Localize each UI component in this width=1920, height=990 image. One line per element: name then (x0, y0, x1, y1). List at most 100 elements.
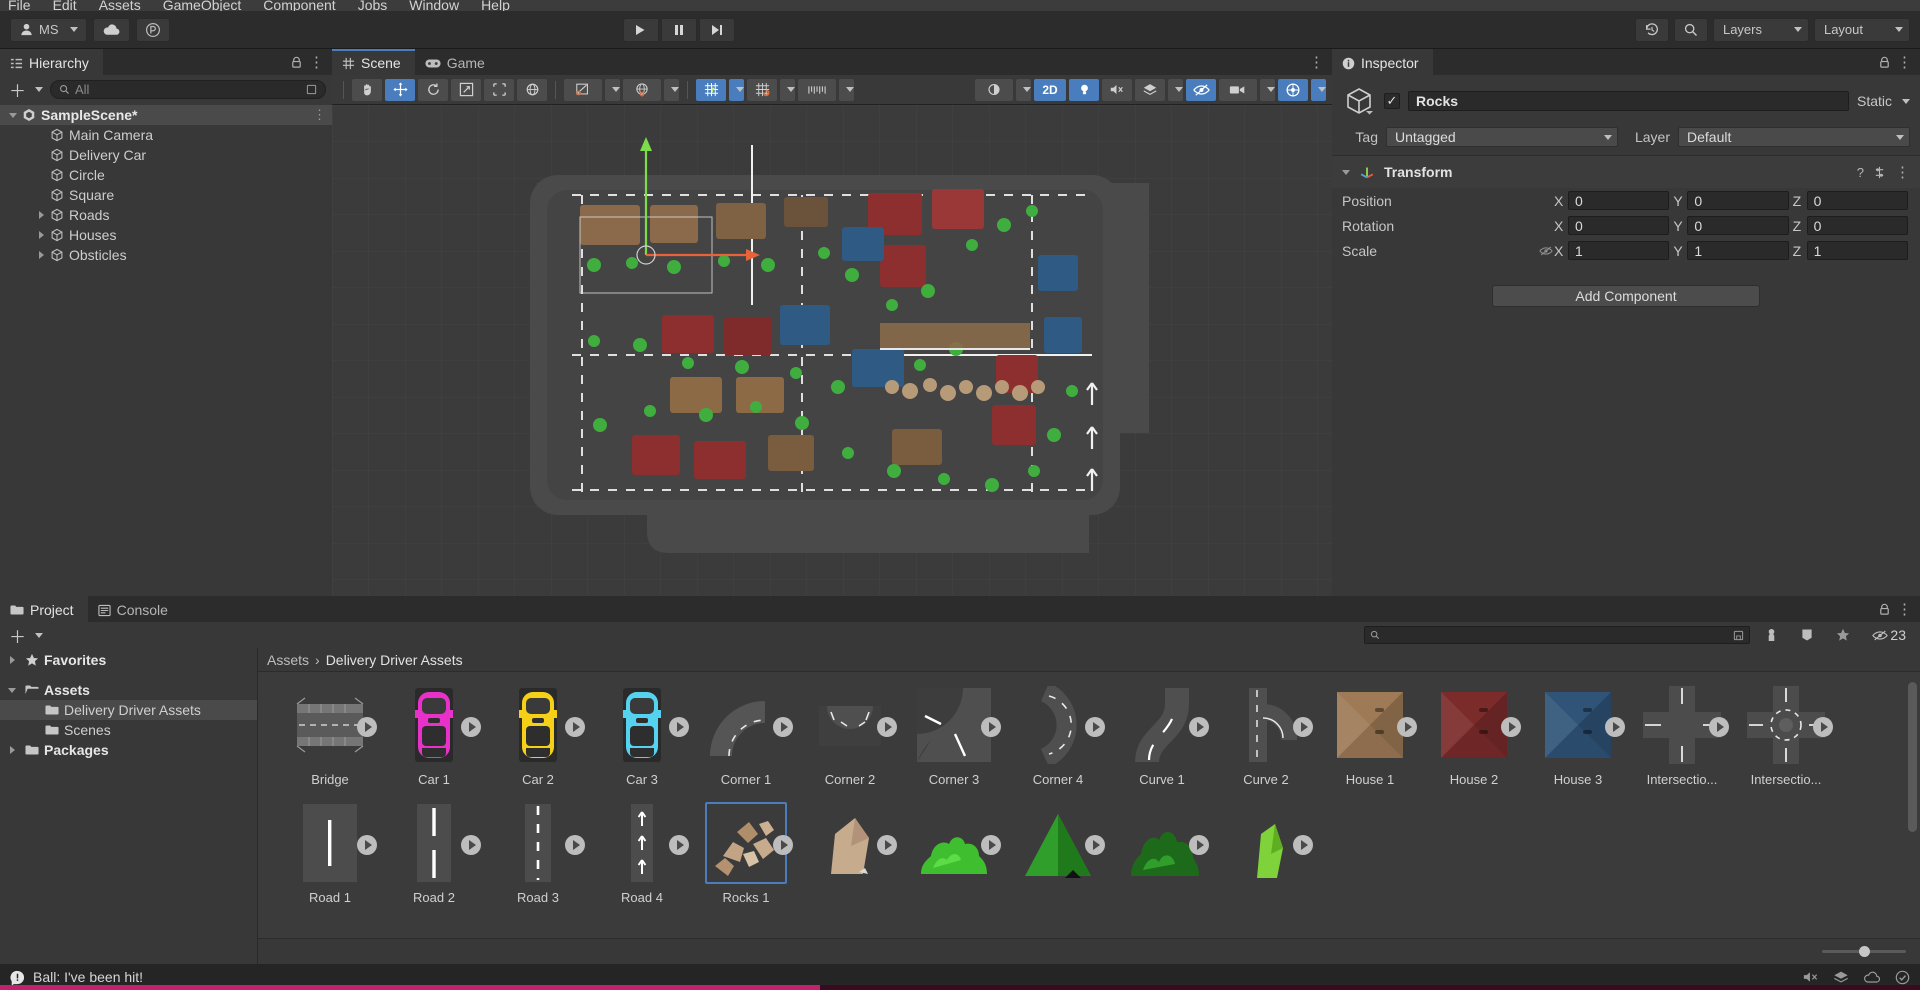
asset-item[interactable] (902, 804, 1006, 922)
hierarchy-list[interactable]: SampleScene* ⋮ Main Camera Delivery Car Circ… (0, 103, 332, 596)
asset-grid-scrollbar[interactable] (1908, 682, 1917, 832)
asset-preview-play-button[interactable] (877, 717, 897, 737)
grid-snap-button[interactable] (747, 78, 777, 101)
gizmos-dropdown[interactable] (1311, 78, 1326, 101)
asset-item[interactable]: Road 4 (590, 804, 694, 922)
asset-preview-play-button[interactable] (1293, 717, 1313, 737)
asset-item[interactable]: Corner 4 (1006, 686, 1110, 804)
step-button[interactable] (698, 17, 735, 42)
asset-preview-play-button[interactable] (1397, 717, 1417, 737)
add-gameobject-button[interactable]: ＋ (6, 77, 46, 102)
shading-dropdown[interactable] (1016, 78, 1031, 101)
handle-space-dropdown[interactable] (664, 78, 679, 101)
asset-preview-play-button[interactable] (1085, 835, 1105, 855)
play-button[interactable] (622, 17, 659, 42)
hierarchy-item-roads[interactable]: Roads (0, 205, 332, 225)
cloud-status-icon[interactable] (1863, 971, 1881, 984)
transform-position-x-input[interactable]: 0 (1568, 191, 1670, 210)
asset-preview-play-button[interactable] (981, 835, 1001, 855)
account-button[interactable]: MS (10, 17, 87, 42)
scene-camera-dropdown[interactable] (1260, 78, 1275, 101)
kebab-menu-icon[interactable]: ⋮ (1897, 55, 1912, 70)
filter-by-label-button[interactable] (1792, 623, 1822, 647)
transform-rotation-x-input[interactable]: 0 (1568, 216, 1670, 235)
asset-item[interactable]: Corner 3 (902, 686, 1006, 804)
asset-item[interactable]: Car 3 (590, 686, 694, 804)
asset-preview-play-button[interactable] (1605, 717, 1625, 737)
breadcrumb-current[interactable]: Delivery Driver Assets (326, 652, 463, 668)
static-dropdown[interactable]: Static (1857, 93, 1910, 109)
hidden-assets-indicator[interactable]: 23 (1864, 623, 1914, 647)
asset-preview-play-button[interactable] (1813, 717, 1833, 737)
breadcrumb-assets[interactable]: Assets (267, 652, 309, 668)
hierarchy-search[interactable] (50, 79, 326, 99)
menu-file[interactable]: File (8, 0, 31, 11)
expand-arrow-icon[interactable] (34, 231, 48, 239)
handle-space-button[interactable] (623, 78, 661, 101)
asset-grid[interactable]: Bridge Car 1 Car 2 Car 3 Corner 1 Corner 2 Cor… (258, 672, 1920, 922)
grid-snap-dropdown[interactable] (780, 78, 795, 101)
hierarchy-item-samplescene[interactable]: SampleScene* ⋮ (0, 105, 332, 125)
scene-visibility-button[interactable] (1186, 78, 1216, 101)
hand-tool-button[interactable] (352, 78, 382, 101)
asset-item[interactable]: Road 3 (486, 804, 590, 922)
kebab-menu-icon[interactable]: ⋮ (309, 55, 324, 70)
scene-camera-button[interactable] (1219, 78, 1257, 101)
tab-inspector[interactable]: Inspector (1332, 49, 1433, 75)
tab-hierarchy[interactable]: Hierarchy (0, 49, 103, 75)
add-component-button[interactable]: Add Component (1492, 285, 1760, 307)
project-tree-item-scenes[interactable]: Scenes (0, 720, 257, 740)
asset-preview-play-button[interactable] (773, 835, 793, 855)
project-tree-item-favorites[interactable]: Favorites (0, 650, 257, 670)
asset-preview-play-button[interactable] (877, 835, 897, 855)
asset-item[interactable]: Intersectio... (1734, 686, 1838, 804)
lock-icon[interactable] (1878, 56, 1891, 69)
tab-project[interactable]: Project (0, 596, 88, 622)
hierarchy-item-houses[interactable]: Houses (0, 225, 332, 245)
project-tree-item-packages[interactable]: Packages (0, 740, 257, 760)
expand-arrow-icon[interactable] (6, 112, 20, 118)
mute-audio-icon[interactable] (1802, 970, 1819, 984)
tag-dropdown[interactable]: Untagged (1386, 127, 1618, 147)
transform-scale-x-input[interactable]: 1 (1568, 241, 1670, 260)
asset-item[interactable]: Curve 2 (1214, 686, 1318, 804)
expand-arrow-icon[interactable] (34, 251, 48, 259)
help-icon[interactable]: ? (1857, 165, 1864, 180)
menu-jobs[interactable]: Jobs (358, 0, 388, 11)
hierarchy-item-maincamera[interactable]: Main Camera (0, 125, 332, 145)
grid-dropdown[interactable] (729, 78, 744, 101)
preset-icon[interactable] (1873, 166, 1886, 179)
shading-mode-button[interactable] (975, 78, 1013, 101)
collapse-arrow-icon[interactable] (1342, 169, 1350, 175)
move-tool-button[interactable] (385, 78, 415, 101)
asset-preview-play-button[interactable] (565, 835, 585, 855)
kebab-menu-icon[interactable]: ⋮ (1897, 602, 1912, 617)
asset-preview-play-button[interactable] (357, 835, 377, 855)
check-status-icon[interactable] (1895, 970, 1910, 985)
asset-item[interactable]: Car 2 (486, 686, 590, 804)
menu-help[interactable]: Help (481, 0, 510, 11)
project-folder-tree[interactable]: Favorites Assets Delivery Driver Assets Sce… (0, 648, 258, 964)
asset-preview-play-button[interactable] (565, 717, 585, 737)
scale-tool-button[interactable] (451, 78, 481, 101)
filter-icon[interactable] (306, 84, 317, 95)
slider-knob[interactable] (1859, 946, 1871, 957)
asset-item[interactable] (1006, 804, 1110, 922)
rect-tool-button[interactable] (484, 78, 514, 101)
project-search-input[interactable] (1385, 628, 1729, 642)
transform-scale-y-input[interactable]: 1 (1687, 241, 1789, 260)
filter-by-type-button[interactable] (1756, 623, 1786, 647)
history-button[interactable] (1634, 17, 1669, 42)
menu-window[interactable]: Window (409, 0, 459, 11)
asset-preview-play-button[interactable] (461, 835, 481, 855)
ruler-dropdown[interactable] (839, 78, 854, 101)
asset-item[interactable]: House 3 (1526, 686, 1630, 804)
services-button[interactable] (135, 17, 170, 42)
hierarchy-item-deliverycar[interactable]: Delivery Car (0, 145, 332, 165)
asset-item[interactable]: Corner 1 (694, 686, 798, 804)
asset-item[interactable] (798, 804, 902, 922)
asset-preview-play-button[interactable] (1293, 835, 1313, 855)
save-search-icon[interactable] (1733, 630, 1744, 641)
project-add-button[interactable]: ＋ (6, 623, 46, 648)
asset-preview-play-button[interactable] (773, 717, 793, 737)
